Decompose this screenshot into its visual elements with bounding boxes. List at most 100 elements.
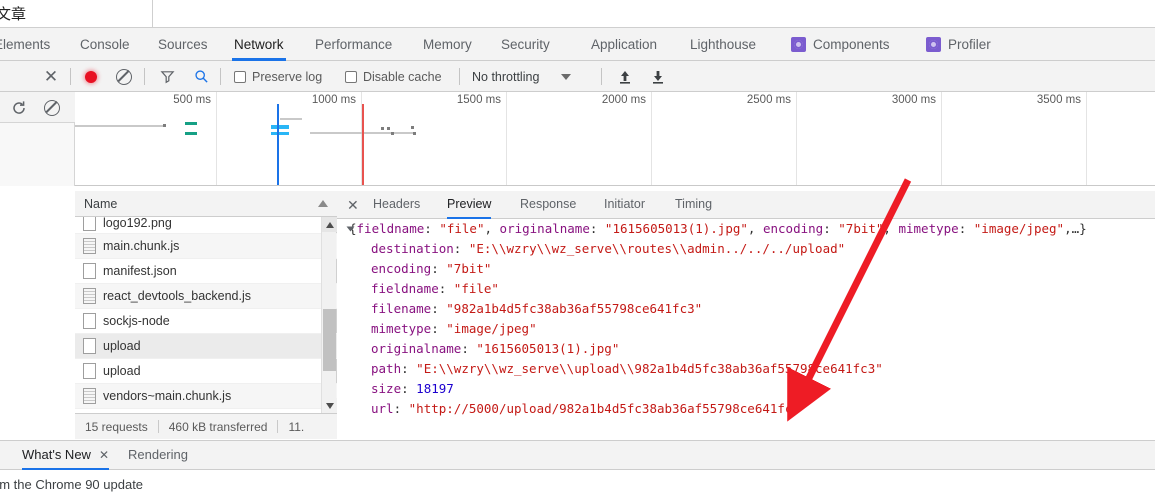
overview-gridline: [1086, 92, 1087, 185]
tab-label: Sources: [158, 37, 208, 52]
search-button[interactable]: [188, 61, 214, 92]
tab-performance[interactable]: Performance: [313, 28, 394, 61]
json-token: ,: [883, 221, 899, 236]
reload-page-button[interactable]: [6, 92, 32, 123]
close-icon[interactable]: ✕: [99, 448, 109, 462]
json-token: ,…}: [1064, 221, 1087, 236]
status-requests-count: 15 requests: [85, 419, 148, 434]
preserve-log-checkbox[interactable]: Preserve log: [234, 61, 322, 92]
json-property-row[interactable]: url: "http://5000/upload/982a1b4d5fc38ab…: [337, 399, 1155, 419]
scroll-down-button[interactable]: [322, 398, 337, 413]
close-icon: ✕: [43, 67, 59, 86]
export-har-button[interactable]: [645, 61, 671, 92]
overview-tick-label: 3000 ms: [891, 94, 936, 106]
request-name: react_devtools_backend.js: [103, 289, 252, 303]
request-row[interactable]: logo192.png: [75, 217, 337, 234]
disable-cache-checkbox[interactable]: Disable cache: [345, 61, 442, 92]
toolbar-divider-5: [601, 68, 602, 85]
json-property-row[interactable]: path: "E:\\wzry\\wz_serve\\upload\\982a1…: [337, 359, 1155, 379]
search-icon: [194, 70, 208, 83]
tab-application[interactable]: Application: [589, 28, 659, 61]
scrollbar-thumb[interactable]: [323, 309, 336, 371]
drawer-tab-what-s-new[interactable]: What's New ✕: [22, 441, 110, 470]
network-overview-timeline[interactable]: 500 ms 1000 ms 1500 ms 2000 ms 2500 ms 3000 m…: [75, 92, 1155, 186]
tab-components[interactable]: Components: [789, 28, 892, 61]
import-har-button[interactable]: [612, 61, 638, 92]
overview-blue-mark: [271, 125, 289, 129]
detail-tab-preview[interactable]: Preview: [447, 191, 492, 219]
tab-memory[interactable]: Memory: [421, 28, 474, 61]
json-token: :: [589, 221, 605, 236]
json-token: "image/jpeg": [973, 221, 1065, 236]
json-root-summary[interactable]: {fieldname: "file", originalname: "16156…: [337, 219, 1155, 239]
request-list-header[interactable]: Name: [75, 191, 337, 217]
import-har-icon: [620, 70, 630, 84]
json-property-row[interactable]: originalname: "1615605013(1).jpg": [337, 339, 1155, 359]
clear-requests-button[interactable]: [111, 61, 137, 92]
tab-elements[interactable]: Elements: [0, 28, 52, 61]
request-row[interactable]: upload: [75, 334, 337, 359]
host-page-text: 文章: [0, 5, 27, 23]
overview-green-mark: [185, 132, 197, 135]
overview-gridline: [506, 92, 507, 185]
json-value: "E:\\wzry\\wz_serve\\routes\\admin../../…: [468, 241, 846, 256]
detail-tab-initiator[interactable]: Initiator: [604, 191, 645, 219]
tab-profiler[interactable]: Profiler: [924, 28, 993, 61]
tab-console[interactable]: Console: [78, 28, 132, 61]
json-key: size: [371, 381, 402, 396]
json-key: mimetype: [371, 321, 432, 336]
toolbar-divider-2: [144, 68, 145, 85]
json-colon: :: [401, 361, 417, 376]
scroll-up-button[interactable]: [322, 217, 337, 232]
request-name: upload: [103, 364, 141, 378]
clear-network-log-button[interactable]: [39, 92, 65, 123]
json-property-row[interactable]: destination: "E:\\wzry\\wz_serve\\routes…: [337, 239, 1155, 259]
record-button[interactable]: [78, 61, 104, 92]
tab-label: Profiler: [948, 37, 991, 52]
json-key: path: [371, 361, 402, 376]
detail-tab-bar: ✕ Headers Preview Response Initiator Timing: [337, 191, 1155, 219]
request-row[interactable]: main.chunk.js: [75, 234, 337, 259]
request-row[interactable]: sockjs-node: [75, 309, 337, 334]
tab-network[interactable]: Network: [232, 28, 286, 61]
json-property-row[interactable]: encoding: "7bit": [337, 259, 1155, 279]
request-row[interactable]: upload: [75, 359, 337, 384]
detail-tab-timing[interactable]: Timing: [675, 191, 712, 219]
request-rows[interactable]: logo192.png main.chunk.js manifest.json rea…: [75, 217, 337, 413]
tab-label: Elements: [0, 37, 51, 52]
dom-content-loaded-marker: [277, 104, 279, 185]
toolbar-divider-3: [220, 68, 221, 85]
json-value: "file": [453, 281, 499, 296]
close-devtools-panel-button[interactable]: ✕: [38, 61, 64, 92]
drawer-tab-rendering[interactable]: Rendering: [128, 441, 188, 470]
tab-security[interactable]: Security: [499, 28, 552, 61]
json-property-row[interactable]: mimetype: "image/jpeg": [337, 319, 1155, 339]
throttling-select[interactable]: No throttling: [472, 61, 572, 92]
json-property-row[interactable]: filename: "982a1b4d5fc38ab36af55798ce641…: [337, 299, 1155, 319]
preview-json-viewer[interactable]: {fieldname: "file", originalname: "16156…: [337, 219, 1155, 439]
drawer-tab-bar: What's New ✕ Rendering: [0, 441, 1155, 470]
sort-ascending-icon: [318, 200, 328, 207]
tab-sources[interactable]: Sources: [156, 28, 210, 61]
tab-lighthouse[interactable]: Lighthouse: [688, 28, 758, 61]
request-name: manifest.json: [103, 264, 177, 278]
close-detail-button[interactable]: ✕: [347, 191, 359, 219]
script-icon: [83, 388, 96, 404]
disclosure-triangle-icon[interactable]: [346, 226, 355, 232]
json-property-row[interactable]: fieldname: "file": [337, 279, 1155, 299]
filter-button[interactable]: [154, 61, 180, 92]
json-token: ,: [484, 221, 500, 236]
overview-green-mark: [185, 122, 197, 125]
json-property-row[interactable]: size: 18197: [337, 379, 1155, 399]
request-row[interactable]: react_devtools_backend.js: [75, 284, 337, 309]
request-list-scrollbar[interactable]: [321, 217, 337, 413]
overview-gridline: [796, 92, 797, 185]
request-row[interactable]: vendors~main.chunk.js: [75, 384, 337, 409]
overview-request-dot: [411, 126, 414, 129]
detail-tab-response[interactable]: Response: [520, 191, 576, 219]
overview-tick-label: 2000 ms: [601, 94, 646, 106]
close-icon: ✕: [347, 196, 359, 213]
checkbox-box: [345, 70, 357, 83]
detail-tab-headers[interactable]: Headers: [373, 191, 420, 219]
request-row[interactable]: manifest.json: [75, 259, 337, 284]
